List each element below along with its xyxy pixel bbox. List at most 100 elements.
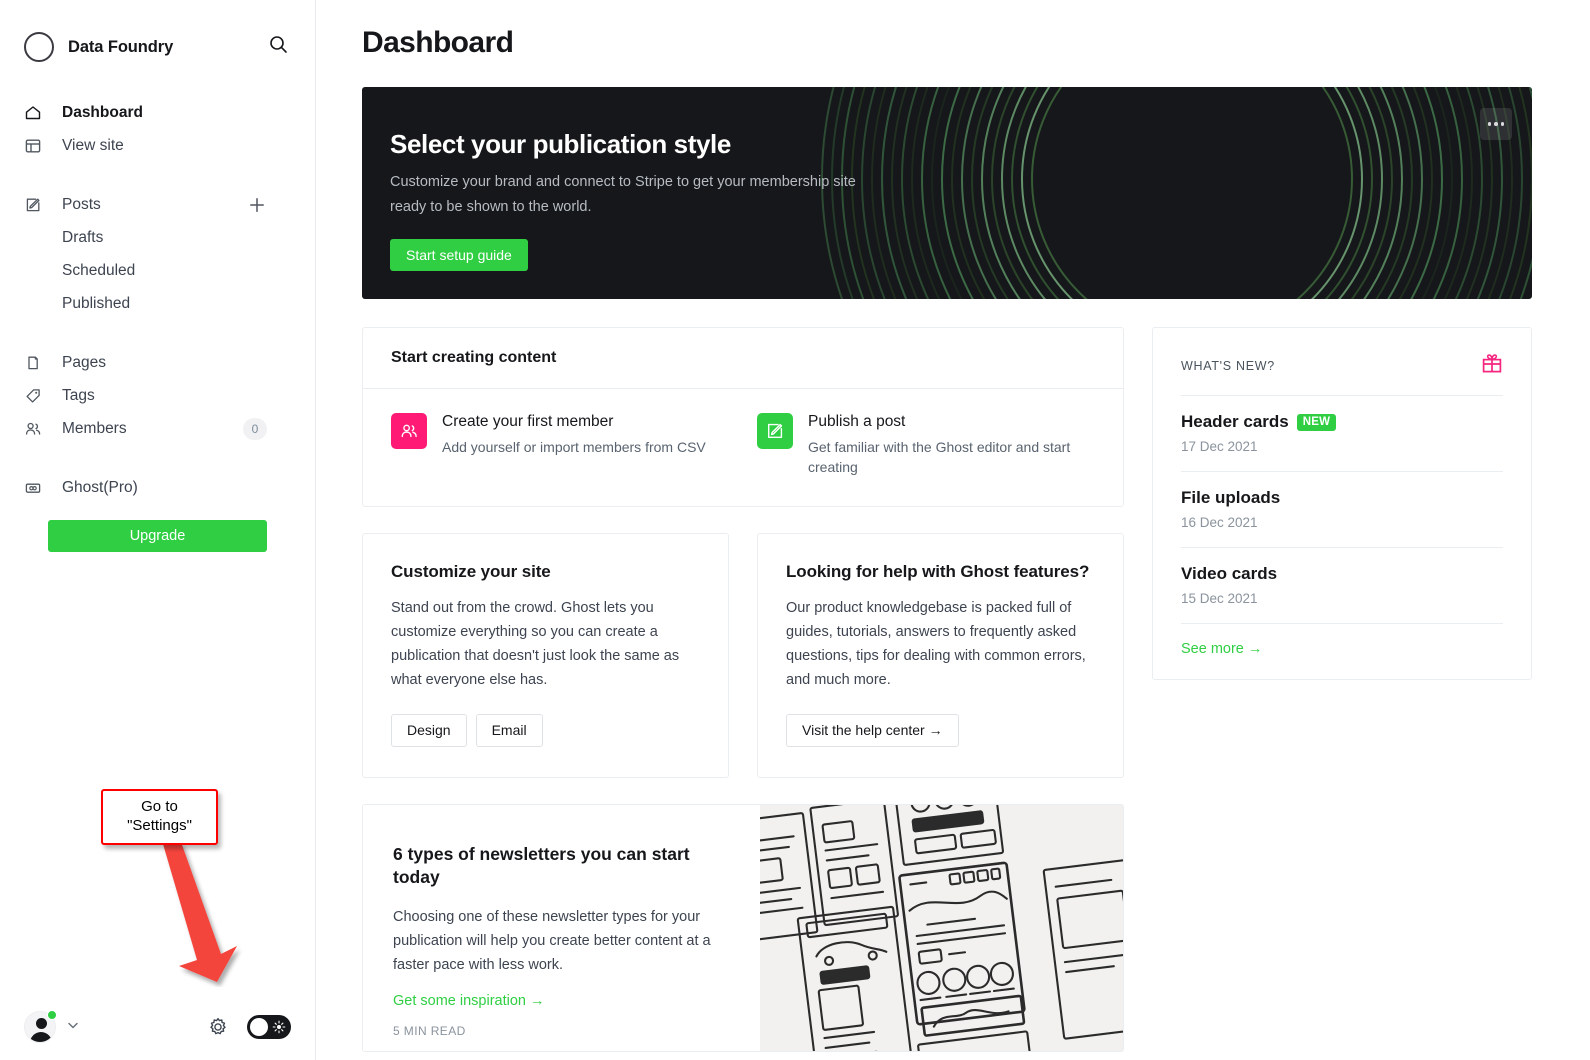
- help-buttons: Visit the help center →: [786, 713, 1095, 747]
- sidebar-top: Data Foundry Dashboard View site Posts D…: [0, 0, 315, 552]
- whats-new-item[interactable]: File uploads 16 Dec 2021: [1181, 472, 1503, 548]
- sidebar-label-ghost-pro: Ghost(Pro): [62, 478, 138, 496]
- whats-new-item[interactable]: Header cards NEW 17 Dec 2021: [1181, 396, 1503, 472]
- sidebar-item-posts[interactable]: Posts: [24, 188, 291, 221]
- gear-icon: [210, 1017, 226, 1035]
- todo-description: Add yourself or import members from CSV: [442, 439, 706, 455]
- avatar-body: [30, 1032, 52, 1042]
- sidebar-item-dashboard[interactable]: Dashboard: [24, 96, 291, 129]
- sidebar-item-members[interactable]: Members 0: [24, 412, 291, 445]
- sidebar-item-drafts[interactable]: Drafts: [24, 221, 291, 254]
- sidebar-label-dashboard: Dashboard: [62, 103, 143, 121]
- theme-toggle[interactable]: [247, 1015, 291, 1039]
- sidebar: Data Foundry Dashboard View site Posts D…: [0, 0, 316, 1060]
- hero-title: Select your publication style: [390, 129, 731, 159]
- sidebar-label-members: Members: [62, 419, 127, 437]
- book-icon: [24, 354, 46, 372]
- annotation-callout: Go to "Settings": [101, 789, 218, 845]
- billing-icon: [24, 479, 46, 497]
- app-root: Data Foundry Dashboard View site Posts D…: [0, 0, 1590, 1060]
- theme-toggle-knob: [250, 1018, 268, 1036]
- tag-icon: [24, 387, 46, 405]
- search-icon: [269, 35, 288, 59]
- todo-text: Create your first member Add yourself or…: [442, 413, 706, 478]
- nav-group-billing: Ghost(Pro) Upgrade: [24, 471, 291, 552]
- new-post-button[interactable]: [247, 195, 267, 215]
- design-button[interactable]: Design: [391, 713, 467, 747]
- sidebar-label-scheduled: Scheduled: [62, 261, 136, 279]
- start-creating-content-card: Start creating content Create your first…: [362, 327, 1124, 507]
- whats-new-item-title: File uploads: [1181, 488, 1281, 507]
- sidebar-item-ghost-pro[interactable]: Ghost(Pro): [24, 471, 291, 504]
- avatar-head: [35, 1018, 47, 1029]
- sidebar-label-posts: Posts: [62, 195, 101, 213]
- todo-publish-a-post[interactable]: Publish a post Get familiar with the Gho…: [757, 413, 1095, 478]
- sidebar-label-published: Published: [62, 294, 131, 312]
- customize-body: Stand out from the crowd. Ghost lets you…: [391, 599, 680, 688]
- email-button[interactable]: Email: [475, 713, 543, 747]
- see-more-link[interactable]: See more →: [1181, 624, 1503, 657]
- todo-title: Create your first member: [442, 413, 614, 430]
- sidebar-item-published[interactable]: Published: [24, 287, 291, 320]
- help-card: Looking for help with Ghost features? Ou…: [757, 532, 1124, 778]
- visit-help-center-button[interactable]: Visit the help center →: [786, 713, 959, 747]
- user-menu-button[interactable]: [66, 1018, 80, 1037]
- plus-icon: [250, 197, 264, 212]
- edit-icon: [757, 413, 793, 449]
- sidebar-item-view-site[interactable]: View site: [24, 129, 291, 162]
- search-button[interactable]: [265, 34, 291, 60]
- start-creating-items: Create your first member Add yourself or…: [363, 389, 1123, 506]
- get-inspiration-link[interactable]: Get some inspiration →: [393, 993, 545, 1009]
- whats-new-item-title-row: Video cards: [1181, 564, 1503, 584]
- brand-row: Data Foundry: [24, 26, 291, 68]
- whats-new-heading: WHAT'S NEW?: [1181, 358, 1275, 373]
- decorative-swirl: [821, 87, 1532, 299]
- customize-site-card: Customize your site Stand out from the c…: [362, 532, 729, 778]
- whats-new-card: WHAT'S NEW? Header cards NEW 17 Dec 2021…: [1152, 327, 1532, 680]
- info-card-row: Customize your site Stand out from the c…: [362, 532, 1124, 778]
- ellipsis-icon-dot: [1494, 122, 1498, 126]
- nav-group-content: Pages Tags Members 0: [24, 346, 291, 445]
- avatar[interactable]: [24, 1010, 57, 1043]
- sidebar-label-pages: Pages: [62, 353, 106, 371]
- ellipsis-icon-dot: [1487, 122, 1492, 126]
- main-content: Dashboard Select your publication style …: [316, 0, 1590, 1060]
- members-icon: [24, 420, 46, 438]
- hero-description: Customize your brand and connect to Stri…: [390, 174, 856, 215]
- sidebar-label-view-site: View site: [62, 136, 124, 154]
- sidebar-item-tags[interactable]: Tags: [24, 379, 291, 412]
- sidebar-item-pages[interactable]: Pages: [24, 346, 291, 379]
- sidebar-item-scheduled[interactable]: Scheduled: [24, 254, 291, 287]
- left-column: Start creating content Create your first…: [362, 327, 1124, 1052]
- whats-new-item-title-row: File uploads: [1181, 488, 1503, 508]
- content-columns: Start creating content Create your first…: [362, 327, 1532, 1052]
- help-title: Looking for help with Ghost features?: [786, 561, 1090, 581]
- chevron-down-icon: [68, 1022, 78, 1028]
- whats-new-item-title: Header cards: [1181, 412, 1289, 431]
- promo-article-card[interactable]: 6 types of newsletters you can start tod…: [362, 803, 1124, 1052]
- ellipsis-icon-dot: [1500, 122, 1505, 126]
- todo-create-first-member[interactable]: Create your first member Add yourself or…: [391, 413, 729, 478]
- start-creating-heading: Start creating content: [363, 328, 1123, 389]
- promo-image: [760, 804, 1123, 1051]
- help-body: Our product knowledgebase is packed full…: [786, 599, 1086, 688]
- whats-new-item[interactable]: Video cards 15 Dec 2021: [1181, 548, 1503, 624]
- hero-menu-button[interactable]: [1480, 108, 1512, 140]
- whats-new-header: WHAT'S NEW?: [1181, 352, 1503, 396]
- promo-body: Choosing one of these newsletter types f…: [393, 909, 711, 974]
- wireframe-sketch-photo: [760, 804, 1123, 1051]
- sidebar-nav: Dashboard View site Posts Drafts Schedul…: [24, 96, 291, 552]
- members-icon: [391, 413, 427, 449]
- start-setup-guide-button[interactable]: Start setup guide: [390, 239, 528, 272]
- layout-icon: [24, 137, 46, 155]
- nav-group-posts: Posts Drafts Scheduled Published: [24, 188, 291, 320]
- whats-new-item-date: 17 Dec 2021: [1181, 439, 1258, 454]
- hero-banner: Select your publication style Customize …: [362, 87, 1532, 299]
- gift-icon: [1481, 352, 1503, 379]
- sidebar-label-tags: Tags: [62, 386, 95, 404]
- page-title: Dashboard: [362, 26, 514, 59]
- upgrade-button[interactable]: Upgrade: [48, 520, 267, 552]
- customize-title: Customize your site: [391, 561, 551, 581]
- settings-button[interactable]: [207, 1016, 229, 1038]
- annotation-arrow: [163, 842, 237, 982]
